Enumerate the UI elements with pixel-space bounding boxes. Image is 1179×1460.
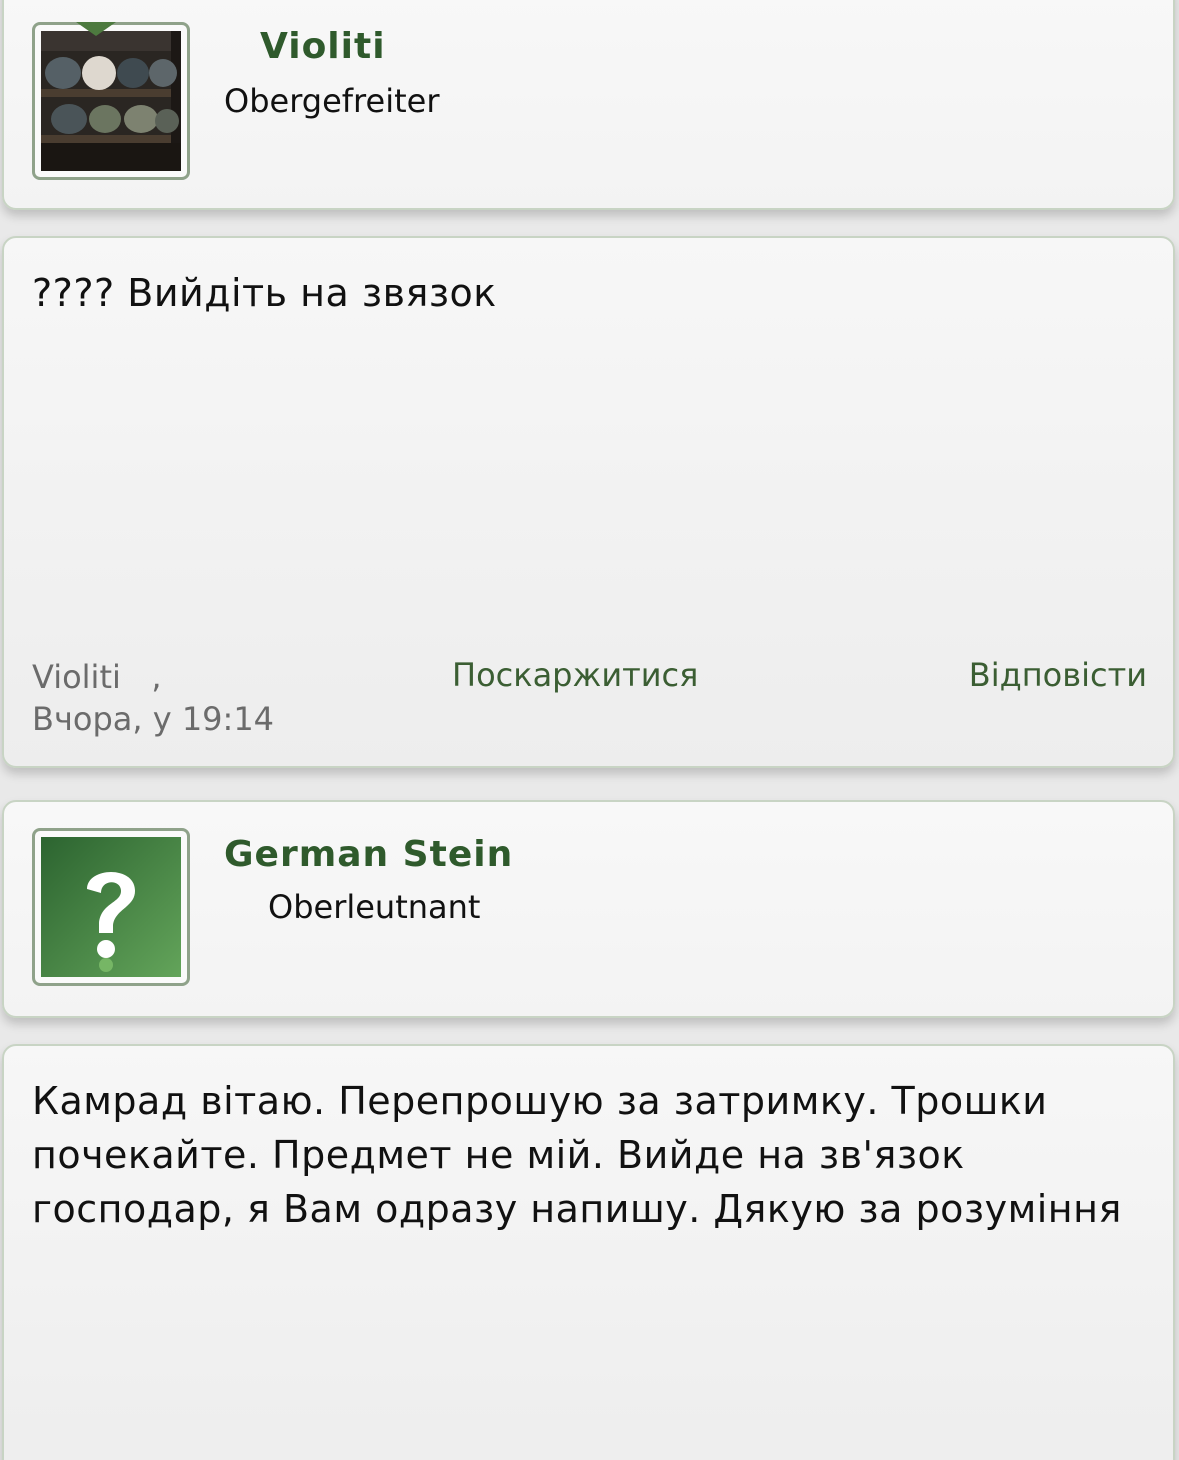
message-thread: Violiti Obergefreiter ???? Вийдіть на зв…	[0, 0, 1179, 1460]
avatar-placeholder	[41, 837, 181, 977]
meta-time: Вчора, у 19:14	[32, 700, 275, 738]
author-rank: Obergefreiter	[224, 82, 440, 120]
meta-author: Violiti ,	[32, 658, 162, 696]
question-mark-icon	[41, 837, 181, 977]
avatar[interactable]	[32, 828, 190, 986]
message-card: Камрад вітаю. Перепрошую за затримку. Тр…	[2, 1044, 1175, 1460]
post-author-card: German Stein Oberleutnant	[2, 800, 1175, 1018]
message-text: ???? Вийдіть на звязок	[32, 271, 497, 315]
report-link[interactable]: Поскаржитися	[452, 656, 698, 694]
helmets-shelf-photo	[41, 31, 181, 171]
author-name[interactable]: German Stein	[224, 834, 513, 875]
online-indicator-icon	[76, 22, 116, 36]
message-text: Камрад вітаю. Перепрошую за затримку. Тр…	[32, 1079, 1122, 1231]
author-name[interactable]: Violiti	[260, 26, 386, 67]
message-card: ???? Вийдіть на звязок Violiti , Вчора, …	[2, 236, 1175, 768]
post-author-card: Violiti Obergefreiter	[2, 0, 1175, 210]
message-meta: Violiti , Вчора, у 19:14	[32, 656, 274, 740]
avatar[interactable]	[32, 22, 190, 180]
author-rank: Oberleutnant	[268, 888, 481, 926]
reply-link[interactable]: Відповісти	[969, 656, 1147, 694]
avatar-photo	[41, 31, 181, 171]
